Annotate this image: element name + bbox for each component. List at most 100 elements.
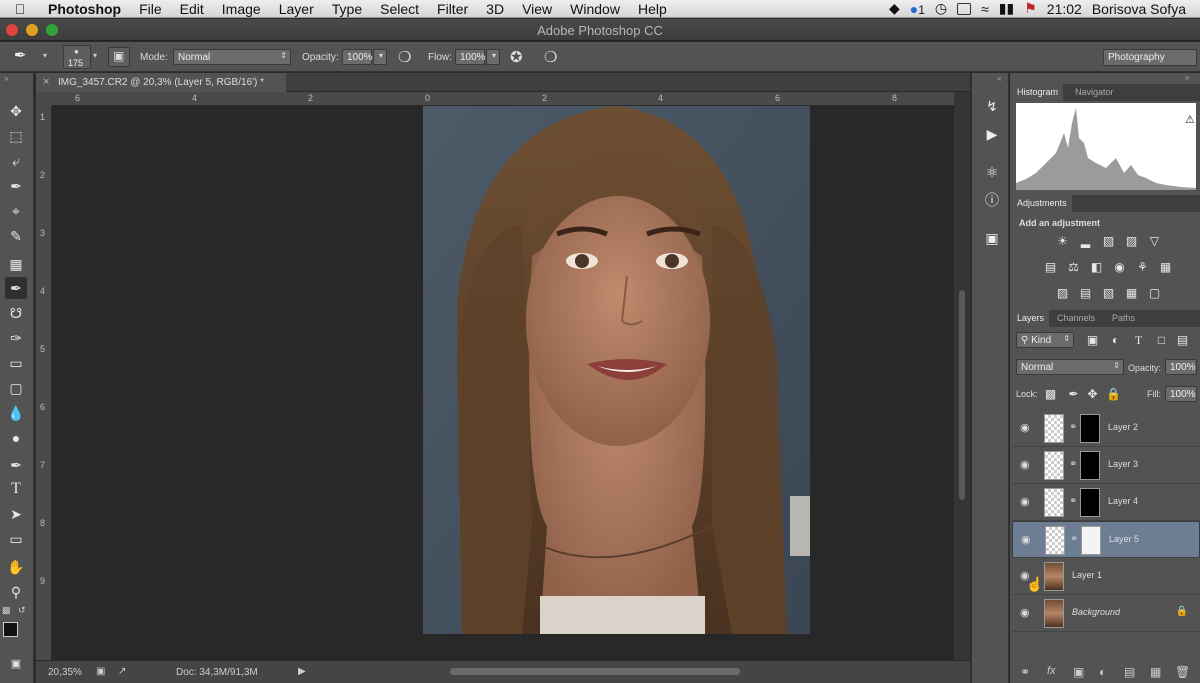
tab-layers[interactable]: Layers [1012,310,1050,327]
dodge-tool-icon[interactable]: ● [5,427,27,449]
opacity-input[interactable]: 100% [342,49,373,65]
curves-icon[interactable]: ▧ [1101,235,1116,248]
brush-picker-arrow-icon[interactable]: ▾ [93,51,97,60]
layer-locked-icon[interactable]: 🔒 [1176,606,1188,617]
history-brush-tool-icon[interactable]: ✑ [5,327,27,349]
lock-transparent-icon[interactable]: ▩ [1043,388,1058,401]
mobile-preview-icon[interactable]: ▣ [96,666,105,677]
menu-app-name[interactable]: Photoshop [40,0,130,18]
swap-colors-icon[interactable]: ↺ [18,605,26,616]
levels-icon[interactable]: ▂ [1078,235,1093,248]
layer-opacity-input[interactable]: 100% [1165,359,1197,375]
skype-icon[interactable]: ●1 [910,1,925,17]
workspace-switcher[interactable]: Photography [1103,49,1197,66]
foreground-color-swatch[interactable] [3,622,18,637]
share-icon[interactable]: ↗ [118,666,126,677]
actions-panel-icon[interactable]: ▶ [981,123,1003,145]
user-name[interactable]: Borisova Sofya [1092,1,1186,17]
menu-select[interactable]: Select [371,0,428,18]
lock-all-icon[interactable]: 🔒 [1106,388,1121,401]
brush-panel-toggle[interactable]: ▣ [108,47,130,67]
status-menu-icon[interactable]: ▶ [298,666,306,677]
gradient-tool-icon[interactable]: ▢ [5,377,27,399]
marquee-tool-icon[interactable]: ⬚ [5,125,27,147]
display-icon[interactable] [957,2,972,15]
visibility-eye-icon[interactable]: ◉ [1020,421,1030,434]
clone-stamp-tool-icon[interactable]: ☋ [5,302,27,324]
layer-name[interactable]: Layer 2 [1108,422,1138,432]
preset-dropdown-icon[interactable]: ▾ [43,51,47,60]
histogram-warning-icon[interactable]: ⚠ [1185,114,1195,126]
horizontal-ruler[interactable]: 6 4 2 0 2 4 6 8 [52,92,954,106]
layer-blend-mode-select[interactable]: Normal ⇕ [1016,359,1124,375]
flow-slider-toggle[interactable]: ▾ [486,49,500,65]
channel-mixer-icon[interactable]: ⚘ [1135,261,1150,274]
mask-link-icon[interactable]: ⚭ [1069,422,1077,433]
filter-shape-icon[interactable]: □ [1154,334,1169,347]
add-mask-icon[interactable]: ▣ [1073,665,1084,679]
layer-style-fx-icon[interactable]: fx [1047,665,1056,677]
new-layer-icon[interactable]: ▦ [1150,665,1161,679]
collapse-right-dock-icon[interactable]: » [1185,73,1189,82]
tab-channels[interactable]: Channels [1052,310,1100,327]
rectangle-tool-icon[interactable]: ▭ [5,528,27,550]
layer-row-selected[interactable]: ◉ ⚭ Layer 5 [1012,521,1200,558]
horizontal-scroll-thumb[interactable] [450,668,740,675]
zoom-level[interactable]: 20,35% [48,667,82,678]
layer-mask-thumbnail[interactable] [1081,526,1101,555]
info-panel-icon[interactable]: ⓘ [981,189,1003,211]
collapse-dock-icon[interactable]: « [997,74,1001,83]
mask-link-icon[interactable]: ⚭ [1070,534,1078,545]
brush-tool-icon[interactable]: ✒ [5,277,27,299]
eraser-tool-icon[interactable]: ▭ [5,352,27,374]
visibility-eye-icon[interactable]: ◉ [1021,533,1031,546]
layer-name[interactable]: Layer 3 [1108,459,1138,469]
exposure-icon[interactable]: ▨ [1124,235,1139,248]
delete-layer-icon[interactable]: 🗑 [1175,665,1190,679]
layer-row[interactable]: ◉ Background 🔒 [1012,595,1200,632]
clock[interactable]: 21:02 [1047,1,1082,17]
layer-name[interactable]: Layer 4 [1108,496,1138,506]
layer-row[interactable]: ◉ ⚭ Layer 3 [1012,447,1200,484]
type-tool-icon[interactable]: T [5,478,27,500]
move-tool-icon[interactable]: ✥ [5,100,27,122]
layer-name[interactable]: Layer 1 [1072,570,1102,580]
menu-layer[interactable]: Layer [270,0,323,18]
vertical-ruler[interactable]: 1 2 3 4 5 6 7 8 9 [36,106,52,660]
brush-presets-panel-icon[interactable]: ▣ [981,227,1003,249]
hand-tool-icon[interactable]: ✋ [5,556,27,578]
mask-link-icon[interactable]: ⚭ [1069,459,1077,470]
layer-name[interactable]: Background [1072,607,1120,617]
wifi-icon[interactable]: ≈ [981,1,989,17]
battery-icon[interactable]: ▮▮ [999,0,1014,17]
link-layers-icon[interactable]: ⚭ [1020,665,1030,679]
healing-brush-tool-icon[interactable]: ▦ [5,253,27,275]
new-group-icon[interactable]: ▤ [1124,665,1135,679]
filter-pixel-icon[interactable]: ▣ [1085,334,1100,347]
brush-tool-preset-icon[interactable]: ✒ [14,46,27,64]
tab-paths[interactable]: Paths [1107,310,1140,327]
menu-edit[interactable]: Edit [171,0,213,18]
menu-view[interactable]: View [513,0,561,18]
pen-tool-icon[interactable]: ✒ [5,454,27,476]
selective-color-icon[interactable]: ▦ [1124,287,1139,300]
vibrance-icon[interactable]: ▽ [1147,235,1162,248]
tab-histogram[interactable]: Histogram [1012,84,1064,101]
tab-adjustments[interactable]: Adjustments [1012,195,1072,212]
default-colors-icon[interactable]: ▩ [2,605,11,616]
time-machine-icon[interactable]: ◷ [935,0,947,17]
visibility-eye-icon[interactable]: ◉ [1020,458,1030,471]
layer-row[interactable]: ◉ Layer 1 ☝ [1012,558,1200,595]
quick-mask-icon[interactable]: ▣ [5,653,27,675]
filter-adjustment-icon[interactable]: ◐ [1108,334,1123,347]
layer-filter-select[interactable]: ⚲ Kind ⇕ [1016,332,1074,348]
layer-mask-thumbnail[interactable] [1080,414,1100,443]
color-balance-icon[interactable]: ⚖ [1066,261,1081,274]
blur-tool-icon[interactable]: 💧 [5,402,27,424]
menu-filter[interactable]: Filter [428,0,477,18]
flow-input[interactable]: 100% [455,49,486,65]
hue-saturation-icon[interactable]: ▤ [1043,261,1058,274]
filter-type-icon[interactable]: T [1131,334,1146,347]
mode-select[interactable]: Normal ⇕ [173,49,291,65]
tab-navigator[interactable]: Navigator [1070,84,1119,101]
